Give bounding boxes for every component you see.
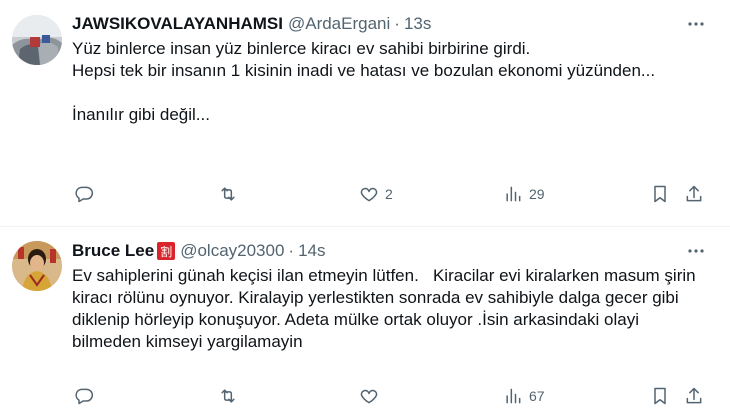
tweet-feed: JAWSIKOVALAYANHAMSI @ArdaErgani · 13s Yü… xyxy=(0,0,730,420)
reply-button[interactable] xyxy=(74,386,100,406)
bookmark-icon xyxy=(654,185,666,203)
display-name[interactable]: JAWSIKOVALAYANHAMSI xyxy=(72,14,283,34)
tweet-body: JAWSIKOVALAYANHAMSI @ArdaErgani · 13s Yü… xyxy=(72,12,706,126)
share-icon xyxy=(686,185,702,202)
separator: · xyxy=(394,14,400,33)
views-icon xyxy=(506,186,521,202)
views-button[interactable]: 29 xyxy=(503,184,545,204)
reply-button[interactable] xyxy=(74,184,100,204)
share-button[interactable] xyxy=(684,184,704,204)
tweet-header: Bruce Lee 割 @olcay20300 · 14s xyxy=(72,239,706,263)
bookmark-button[interactable] xyxy=(650,386,670,406)
share-button[interactable] xyxy=(684,386,704,406)
bookmark-icon xyxy=(654,387,666,405)
timestamp[interactable]: 14s xyxy=(298,241,325,261)
name-emoji-badge: 割 xyxy=(157,242,176,260)
views-button[interactable]: 67 xyxy=(503,386,545,406)
user-handle[interactable]: @olcay20300 xyxy=(180,241,284,261)
reply-icon xyxy=(75,186,94,203)
tweet-actions: 67 xyxy=(72,386,706,410)
avatar[interactable] xyxy=(12,15,62,65)
view-count: 67 xyxy=(529,388,545,404)
retweet-button[interactable] xyxy=(218,386,244,406)
share-icon xyxy=(686,387,702,404)
timestamp[interactable]: 13s xyxy=(404,14,431,34)
display-name[interactable]: Bruce Lee xyxy=(72,241,154,261)
like-button[interactable] xyxy=(359,386,385,406)
like-button[interactable]: 2 xyxy=(359,184,393,204)
avatar[interactable] xyxy=(12,241,62,291)
retweet-icon xyxy=(221,187,235,201)
bookmark-button[interactable] xyxy=(650,184,670,204)
views-icon xyxy=(506,388,521,404)
user-handle[interactable]: @ArdaErgani xyxy=(288,14,390,34)
heart-icon xyxy=(360,187,378,202)
more-icon[interactable] xyxy=(686,241,706,266)
tweet-actions: 2 29 xyxy=(72,184,706,208)
reply-icon xyxy=(75,388,94,405)
retweet-button[interactable] xyxy=(218,184,244,204)
tweet-text: Ev sahiplerini günah keçisi ilan etmeyin… xyxy=(72,266,701,351)
heart-icon xyxy=(360,389,378,404)
view-count: 29 xyxy=(529,186,545,202)
tweet[interactable]: Bruce Lee 割 @olcay20300 · 14s Ev sahiple… xyxy=(0,227,730,420)
tweet-text: Yüz binlerce insan yüz binlerce kiracı e… xyxy=(72,39,656,124)
tweet-body: Bruce Lee 割 @olcay20300 · 14s Ev sahiple… xyxy=(72,239,706,353)
like-count: 2 xyxy=(385,186,393,202)
separator: · xyxy=(288,241,295,260)
retweet-icon xyxy=(221,389,235,403)
more-icon[interactable] xyxy=(686,14,706,39)
tweet[interactable]: JAWSIKOVALAYANHAMSI @ArdaErgani · 13s Yü… xyxy=(0,0,730,226)
tweet-header: JAWSIKOVALAYANHAMSI @ArdaErgani · 13s xyxy=(72,12,706,36)
